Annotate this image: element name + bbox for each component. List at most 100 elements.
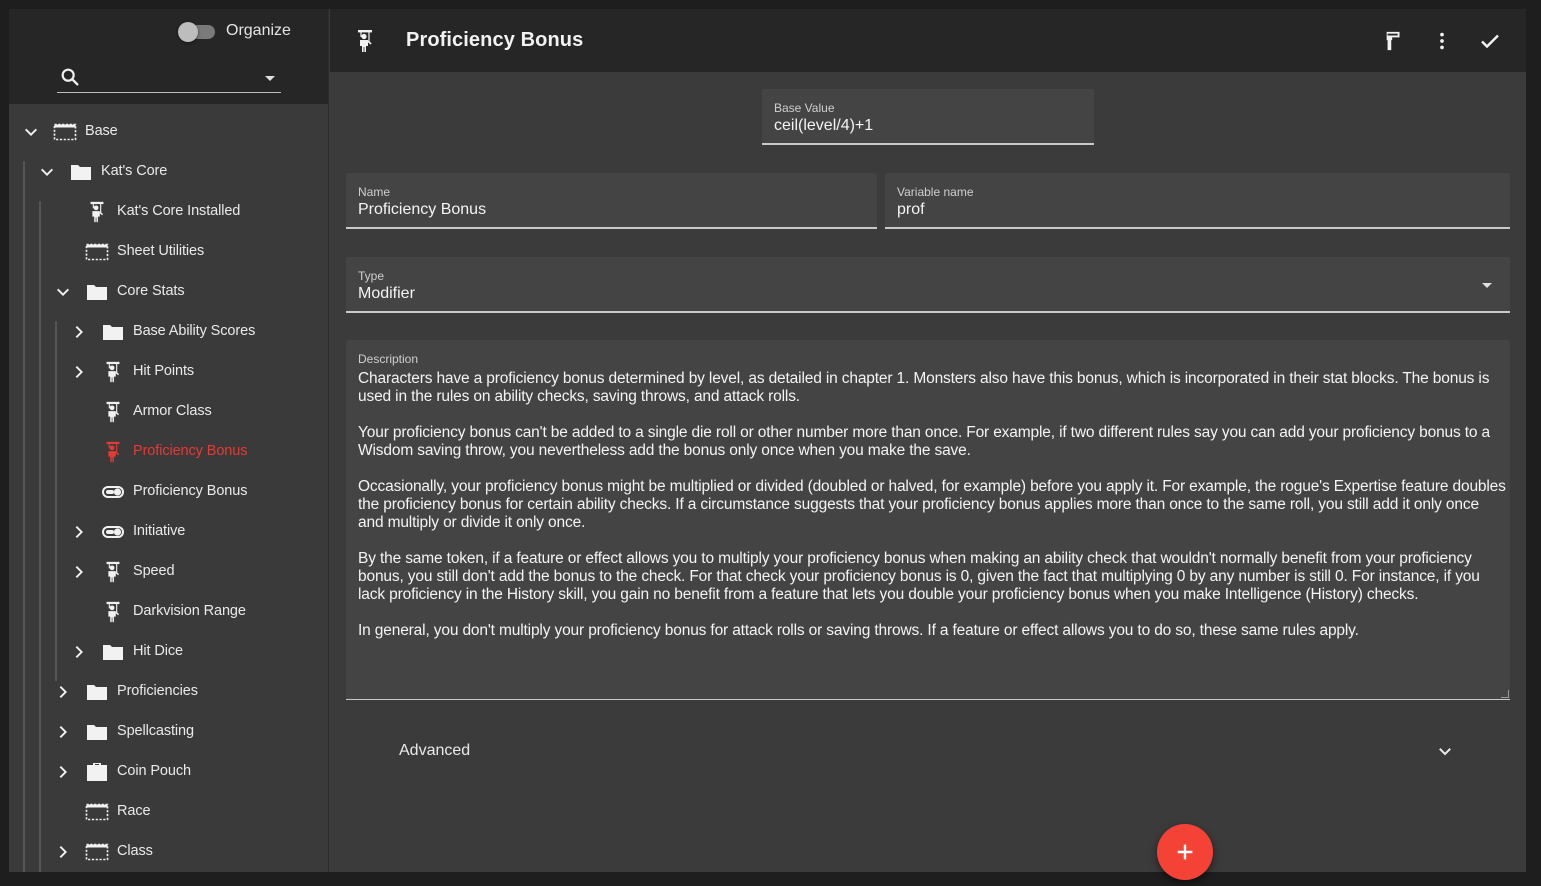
sidebar: Organize Base Kat's Core Kat's Core Instal… (9, 9, 329, 872)
dashed-box-icon (85, 801, 109, 823)
tree-item[interactable]: Base (9, 112, 328, 152)
name-field[interactable]: Name Proficiency Bonus (346, 173, 877, 229)
dashed-box-icon (85, 841, 109, 863)
dashed-box-icon (85, 241, 109, 263)
chevron-right-icon[interactable] (55, 724, 71, 740)
description-paragraph: By the same token, if a feature or effec… (358, 550, 1480, 603)
description-textarea[interactable]: Characters have a proficiency bonus dete… (358, 370, 1506, 658)
tree-item[interactable]: Darkvision Range (9, 592, 328, 632)
type-label: Type (358, 269, 385, 283)
chevron-right-icon[interactable] (71, 564, 87, 580)
more-vert-icon (1440, 32, 1444, 50)
tree-item[interactable]: Armor Class (9, 392, 328, 432)
variable-name-label: Variable name (897, 185, 974, 199)
base-value-field[interactable]: Base Value ceil(level/4)+1 (762, 89, 1094, 145)
folder-icon (69, 161, 93, 183)
description-paragraph: Occasionally, your proficiency bonus mig… (358, 478, 1506, 531)
add-button[interactable] (1157, 824, 1213, 880)
tree-item-label: Core Stats (117, 283, 185, 299)
resize-handle[interactable] (1501, 690, 1509, 698)
chevron-right-icon[interactable] (55, 684, 71, 700)
tree-item[interactable]: Core Stats (9, 272, 328, 312)
format-paint-button[interactable] (1378, 25, 1410, 57)
top-bar: Proficiency Bonus (330, 9, 1526, 72)
tree-item-label: Proficiency Bonus (133, 443, 248, 459)
more-options-button[interactable] (1426, 25, 1458, 57)
app-window: Organize Base Kat's Core Kat's Core Instal… (9, 9, 1526, 880)
tree-item[interactable]: Spellcasting (9, 712, 328, 752)
tree-item[interactable]: Kat's Core Installed (9, 192, 328, 232)
chevron-right-icon[interactable] (55, 764, 71, 780)
dropdown-arrow-icon[interactable] (1482, 283, 1492, 288)
search-filter-dropdown-icon[interactable] (265, 76, 275, 81)
description-label: Description (358, 352, 419, 366)
check-icon (1481, 34, 1499, 49)
folder-icon (101, 641, 125, 663)
puppet-icon (85, 201, 109, 223)
tree-item-label: Spellcasting (117, 723, 194, 739)
sidebar-header: Organize (9, 9, 328, 104)
dashed-box-icon (53, 121, 77, 143)
tree-item-label: Kat's Core Installed (117, 203, 241, 219)
chevron-right-icon[interactable] (71, 524, 87, 540)
chevron-down-icon[interactable] (23, 124, 39, 140)
toggle-icon (101, 481, 125, 503)
description-field[interactable]: Description Characters have a proficienc… (346, 340, 1510, 700)
tree-item[interactable]: Sheet Utilities (9, 232, 328, 272)
tree-item-label: Armor Class (133, 403, 212, 419)
tree-item-label: Hit Dice (133, 643, 183, 659)
tree-item[interactable]: Kat's Core (9, 152, 328, 192)
folder-icon (85, 681, 109, 703)
toggle-icon (101, 521, 125, 543)
tree-item[interactable]: Hit Points (9, 352, 328, 392)
tree-item[interactable]: Proficiency Bonus (9, 472, 328, 512)
tree-item[interactable]: Proficiencies (9, 672, 328, 712)
tree-item[interactable]: Coin Pouch (9, 752, 328, 792)
description-paragraph: Your proficiency bonus can't be added to… (358, 424, 1491, 459)
organize-toggle-knob (178, 22, 198, 42)
chevron-right-icon[interactable] (71, 644, 87, 660)
type-select[interactable]: Type Modifier (346, 257, 1510, 313)
variable-name-input[interactable]: prof (897, 201, 925, 219)
tree-item-label: Proficiency Bonus (133, 483, 248, 499)
tree-item[interactable]: Race (9, 792, 328, 832)
search-input[interactable] (87, 65, 247, 91)
tree-item-label: Sheet Utilities (117, 243, 205, 259)
plus-icon (1177, 844, 1193, 860)
chevron-down-icon[interactable] (39, 164, 55, 180)
main-panel: Proficiency Bonus Base Value ceil(level/… (330, 9, 1526, 872)
search-icon (61, 68, 79, 86)
tree-item[interactable]: Proficiency Bonus (9, 432, 328, 472)
description-paragraph: Characters have a proficiency bonus dete… (358, 370, 1490, 405)
briefcase-icon (85, 761, 109, 783)
tree-item-label: Proficiencies (117, 683, 198, 699)
tree-item[interactable]: Class (9, 832, 328, 872)
variable-name-field[interactable]: Variable name prof (885, 173, 1510, 229)
tree-item[interactable]: Hit Dice (9, 632, 328, 672)
chevron-right-icon[interactable] (71, 324, 87, 340)
tree-item[interactable]: Base Ability Scores (9, 312, 328, 352)
tree-item-label: Class (117, 843, 153, 859)
description-paragraph: In general, you don't multiply your prof… (358, 622, 1359, 639)
search-box (57, 65, 281, 93)
advanced-expander[interactable]: Advanced (346, 727, 1510, 775)
tree-item-label: Hit Points (133, 363, 195, 379)
chevron-down-icon (1439, 748, 1451, 756)
chevron-right-icon[interactable] (55, 844, 71, 860)
name-input[interactable]: Proficiency Bonus (358, 201, 486, 219)
chevron-down-icon[interactable] (55, 284, 71, 300)
organize-toggle[interactable] (178, 22, 215, 42)
tree-item[interactable]: Speed (9, 552, 328, 592)
tree-item-label: Initiative (133, 523, 186, 539)
base-value-input[interactable]: ceil(level/4)+1 (774, 117, 873, 135)
done-button[interactable] (1474, 25, 1506, 57)
chevron-right-icon[interactable] (71, 364, 87, 380)
base-value-label: Base Value (774, 101, 835, 115)
tree-item-label: Base (85, 123, 118, 139)
type-value[interactable]: Modifier (358, 285, 415, 303)
tree-item-label: Base Ability Scores (133, 323, 256, 339)
tree-item[interactable]: Initiative (9, 512, 328, 552)
paint-roller-icon (1386, 31, 1400, 51)
tree-item-label: Darkvision Range (133, 603, 246, 619)
tree-item-label: Speed (133, 563, 175, 579)
